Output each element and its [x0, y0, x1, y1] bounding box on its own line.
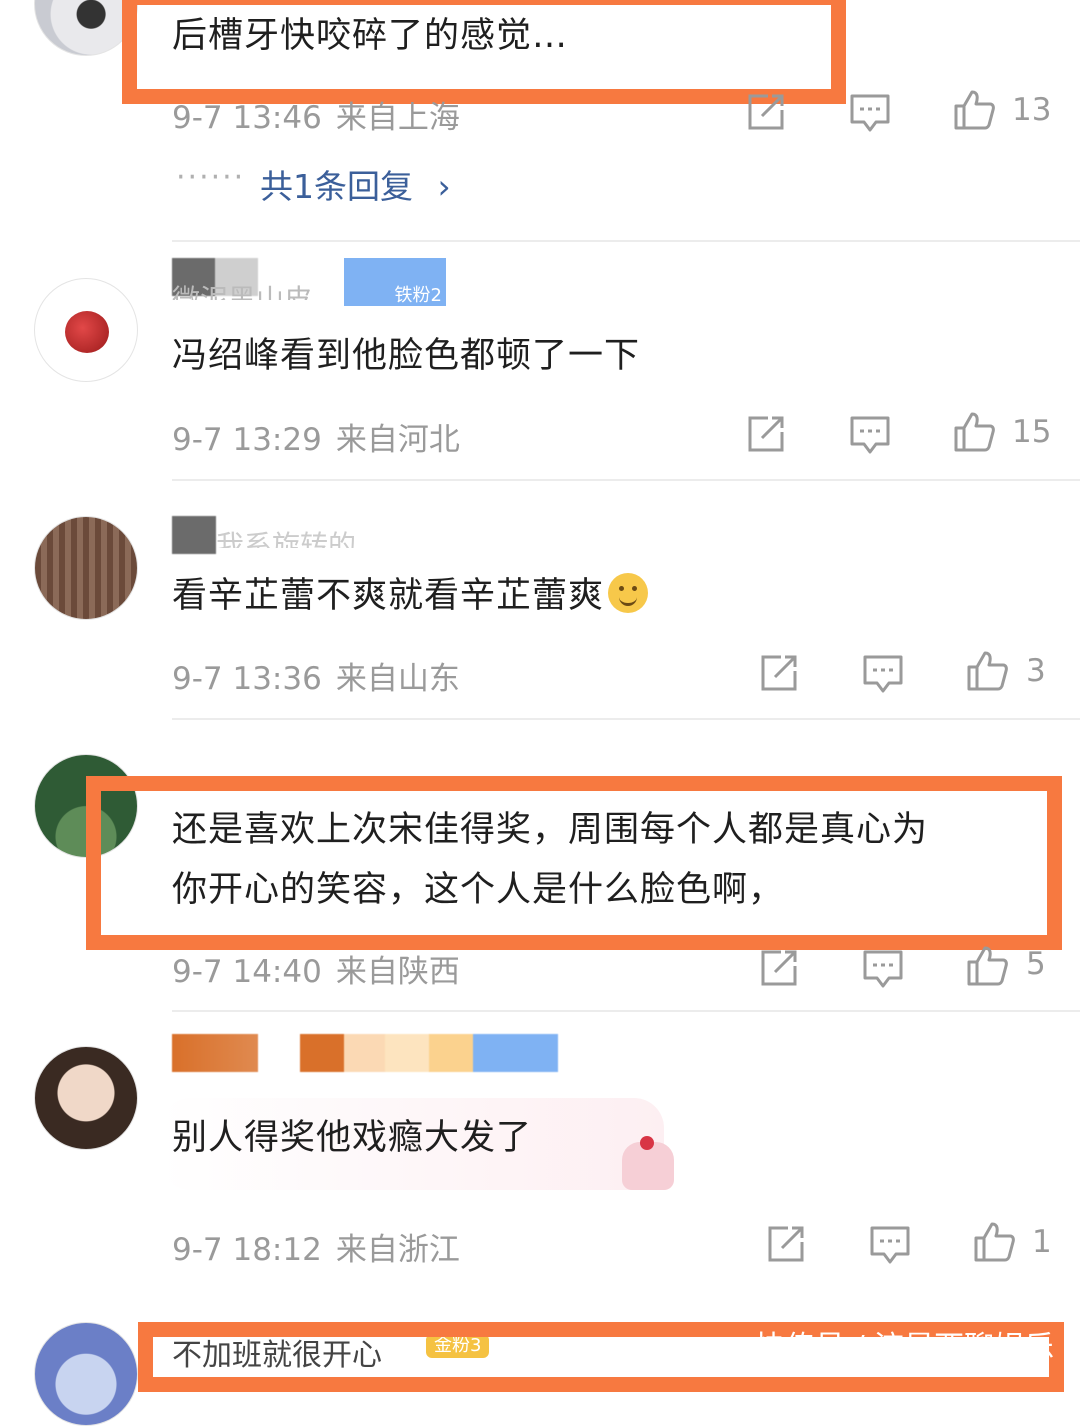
thumbs-up-icon[interactable]: [965, 649, 1009, 693]
comment-text: 冯绍峰看到他脸色都顿了一下: [172, 336, 641, 376]
highlight-box: [86, 776, 1062, 950]
comment-date: 9-7 18:12: [172, 1232, 322, 1268]
thumbs-up-icon[interactable]: [972, 1220, 1016, 1264]
comment-meta: 9-7 13:29 来自河北: [172, 414, 460, 459]
like-count: 13: [1012, 92, 1052, 128]
like-count: 1: [1032, 1224, 1052, 1260]
comment-icon[interactable]: [848, 412, 892, 456]
username[interactable]: [172, 1034, 258, 1072]
comment-text: 别人得奖他戏瘾大发了: [172, 1118, 533, 1158]
share-icon[interactable]: [744, 90, 788, 134]
avatar[interactable]: [34, 1322, 138, 1426]
username[interactable]: [172, 516, 216, 554]
like-count: 3: [1026, 653, 1046, 689]
comment-meta: 9-7 13:36 来自山东: [172, 653, 460, 698]
username-text: 微泥黑山皮: [172, 283, 313, 300]
share-icon[interactable]: [757, 651, 801, 695]
smile-emoji-icon: [608, 573, 649, 613]
like-count: 5: [1026, 946, 1046, 982]
share-icon[interactable]: [764, 1222, 808, 1266]
watermark: 快传号 / 流星西聊娱乐: [755, 1330, 1055, 1365]
reply-dots: ······: [176, 160, 246, 195]
comment-date: 9-7 14:40: [172, 954, 322, 990]
comment-text: 看辛芷蕾不爽就看辛芷蕾爽: [172, 566, 649, 626]
comment-location: 来自浙江: [335, 1232, 460, 1268]
comment-location: 来自上海: [335, 100, 460, 136]
divider: [172, 1010, 1080, 1012]
share-icon[interactable]: [757, 946, 801, 990]
divider: [172, 479, 1080, 481]
thumbs-up-icon[interactable]: [965, 944, 1009, 988]
comment-meta: 9-7 18:12 来自浙江: [172, 1224, 460, 1269]
highlight-box: [122, 0, 846, 104]
comment-meta: 9-7 14:40 来自陕西: [172, 946, 460, 991]
cake-sticker-icon: [622, 1136, 674, 1190]
comment-date: 9-7 13:46: [172, 100, 322, 136]
comment-location: 来自陕西: [335, 954, 460, 990]
comment-location: 来自山东: [335, 661, 460, 697]
chevron-right-icon: ›: [437, 167, 451, 206]
fan-badge: 铁粉2: [344, 258, 446, 306]
divider: [172, 240, 1080, 242]
comment-body: 看辛芷蕾不爽就看辛芷蕾爽: [172, 576, 605, 616]
comment-icon[interactable]: [861, 651, 905, 695]
view-replies-label: 共1条回复: [260, 167, 413, 206]
avatar[interactable]: [34, 1046, 138, 1150]
divider: [172, 718, 1080, 720]
comment-location: 来自河北: [335, 422, 460, 458]
avatar[interactable]: [34, 516, 138, 620]
username-text: 我系旋转的: [216, 529, 357, 548]
fan-badge: [300, 1034, 558, 1072]
thumbs-up-icon[interactable]: [952, 88, 996, 132]
like-count: 15: [1012, 414, 1052, 450]
comment-meta: 9-7 13:46 来自上海: [172, 92, 460, 137]
thumbs-up-icon[interactable]: [952, 410, 996, 454]
view-replies-link[interactable]: 共1条回复 ›: [260, 160, 451, 208]
comment-date: 9-7 13:29: [172, 422, 322, 458]
comment-icon[interactable]: [861, 946, 905, 990]
comment-icon[interactable]: [868, 1222, 912, 1266]
comment-date: 9-7 13:36: [172, 661, 322, 697]
avatar[interactable]: [34, 278, 138, 382]
share-icon[interactable]: [744, 412, 788, 456]
comment-icon[interactable]: [848, 90, 892, 134]
